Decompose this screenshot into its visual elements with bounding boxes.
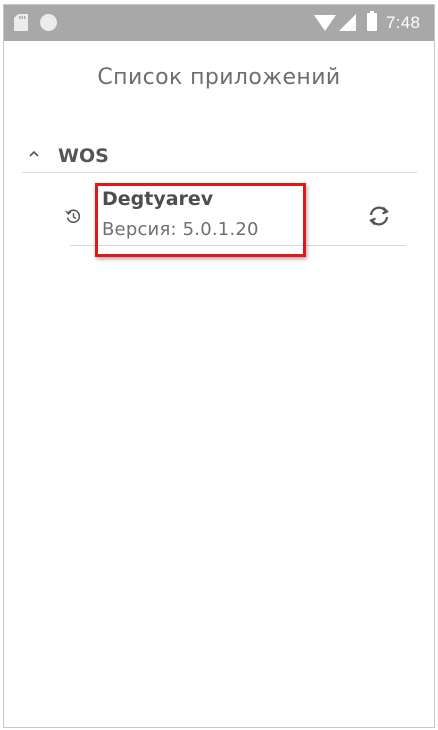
wifi-icon: [314, 15, 336, 31]
group-header-wos[interactable]: WOS: [22, 143, 417, 173]
refresh-icon[interactable]: [366, 205, 392, 227]
circle-icon: [40, 14, 57, 31]
app-window: 7:48 Список приложений WOS Degtyarev Вер…: [3, 4, 435, 728]
sd-card-icon: [14, 14, 28, 31]
highlight-annotation: [95, 183, 306, 257]
group-label: WOS: [58, 145, 109, 167]
battery-icon: [367, 11, 377, 31]
status-bar: 7:48: [4, 5, 434, 41]
chevron-up-icon[interactable]: [28, 149, 40, 159]
cell-signal-icon: [339, 14, 356, 31]
history-icon[interactable]: [65, 208, 81, 224]
status-clock: 7:48: [386, 13, 421, 32]
page-title: Список приложений: [97, 65, 341, 90]
